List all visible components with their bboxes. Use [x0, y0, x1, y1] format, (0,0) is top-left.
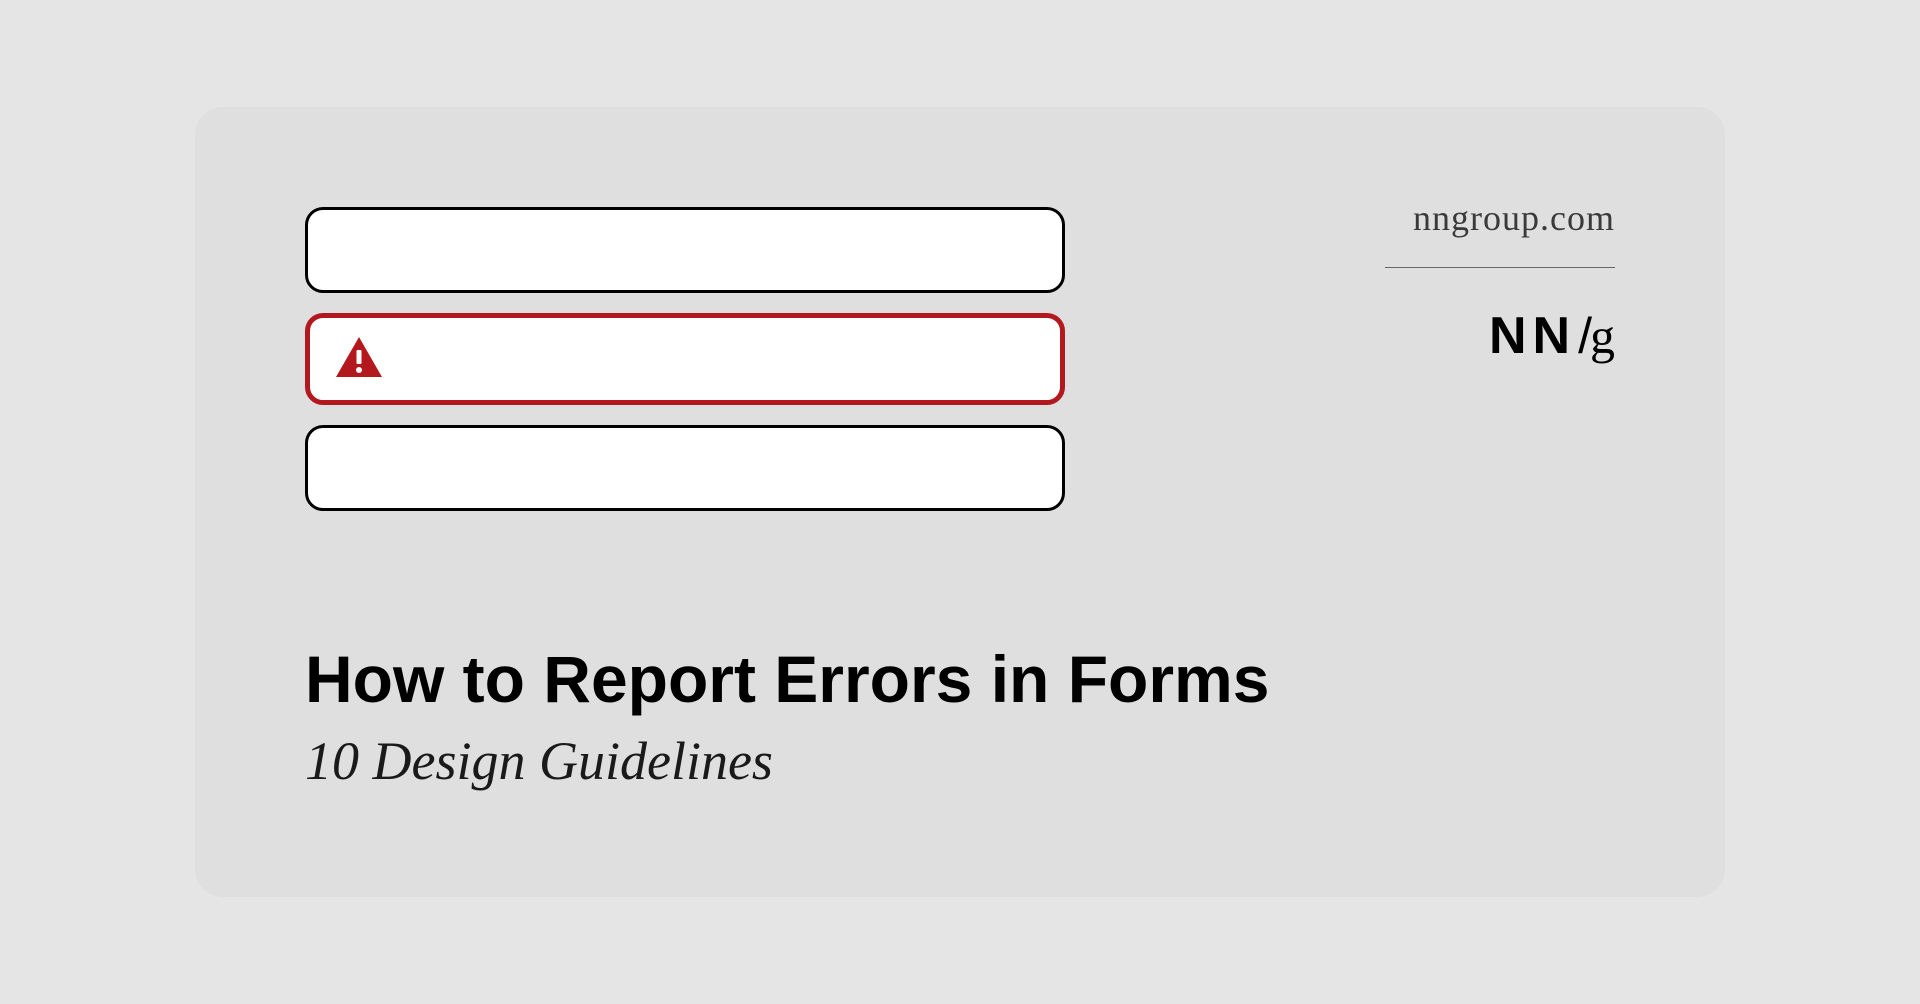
brand-url: nngroup.com [1413, 197, 1615, 239]
brand-divider [1385, 267, 1615, 268]
content-card: nngroup.com NN / g How to Report Errors … [195, 107, 1725, 897]
brand-logo-nn: NN [1489, 306, 1576, 366]
form-illustration [305, 207, 1065, 511]
article-subtitle: 10 Design Guidelines [305, 730, 1269, 792]
brand-logo: NN / g [1489, 306, 1615, 366]
text-block: How to Report Errors in Forms 10 Design … [305, 643, 1269, 792]
form-field-normal [305, 207, 1065, 293]
warning-icon [334, 335, 384, 384]
article-title: How to Report Errors in Forms [305, 643, 1269, 716]
form-field-normal [305, 425, 1065, 511]
form-field-error [305, 313, 1065, 405]
brand-logo-g: g [1590, 307, 1615, 365]
branding-block: nngroup.com NN / g [1385, 197, 1615, 366]
